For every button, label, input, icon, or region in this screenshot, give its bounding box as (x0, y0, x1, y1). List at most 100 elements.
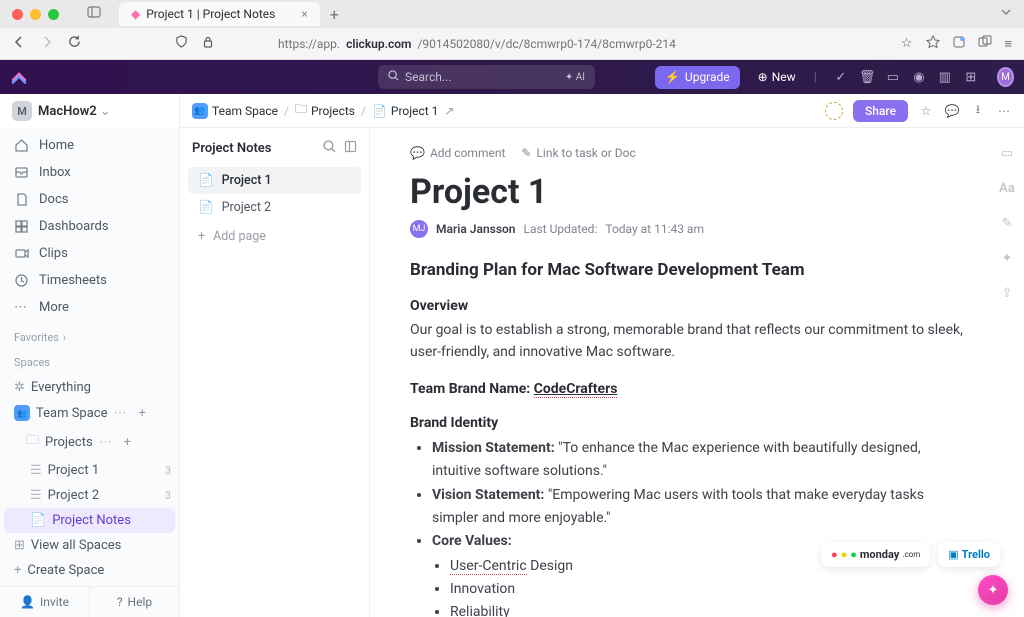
folder-icon: 🗀 (26, 431, 39, 453)
sidebar-item-more[interactable]: ⋯More (0, 294, 179, 321)
extensions-icon[interactable] (952, 35, 966, 53)
more-dots-icon[interactable]: ⋯ (114, 406, 127, 421)
ai-assist-icon[interactable] (825, 102, 843, 120)
tabs-overflow-icon[interactable] (1000, 6, 1012, 22)
close-tab-icon[interactable]: × (301, 7, 307, 21)
clickup-logo-icon[interactable] (10, 68, 28, 86)
breadcrumb-page[interactable]: 📄Project 1 (372, 104, 438, 118)
link-task-button[interactable]: ✎Link to task or Doc (521, 146, 635, 160)
font-size-icon[interactable]: Aa (998, 181, 1016, 196)
more-menu-icon[interactable]: ⋯ (996, 104, 1012, 118)
apps-grid-icon[interactable]: ⊞ (963, 70, 979, 85)
plus-icon[interactable]: + (124, 435, 131, 450)
search-icon[interactable] (323, 140, 336, 157)
url-input[interactable]: https://app.clickup.com/9014502080/v/dc/… (278, 37, 887, 51)
calendar-icon[interactable]: ▥ (937, 70, 953, 85)
doc-icon: 📄 (30, 513, 46, 528)
notepad-icon[interactable]: ▭ (885, 70, 901, 85)
sidebar-item-view-all-spaces[interactable]: ⊞View all Spaces (0, 533, 179, 558)
sidebar-item-create-space[interactable]: +Create Space (0, 558, 179, 583)
back-button[interactable] (12, 35, 26, 53)
minimize-window-icon[interactable] (30, 9, 41, 20)
reader-icon[interactable] (926, 35, 940, 53)
search-placeholder: Search... (405, 70, 451, 84)
new-button[interactable]: ⊕ New (750, 70, 804, 84)
layout-icon[interactable]: ▭ (998, 146, 1016, 161)
sidebar-item-project-notes[interactable]: 📄Project Notes (4, 508, 175, 533)
doc-heading-brand-identity[interactable]: Brand Identity (410, 415, 970, 431)
browser-url-bar: https://app.clickup.com/9014502080/v/dc/… (0, 28, 1024, 60)
export-icon[interactable]: ⇪ (998, 286, 1016, 301)
maximize-window-icon[interactable] (48, 9, 59, 20)
menu-icon[interactable]: ≡ (1004, 36, 1012, 52)
invite-button[interactable]: 👤Invite (0, 587, 89, 617)
account-icon[interactable] (978, 35, 992, 53)
workspace-badge: M (12, 101, 32, 121)
sidebar-item-dashboards[interactable]: Dashboards (0, 213, 179, 240)
add-comment-button[interactable]: 💬Add comment (410, 146, 505, 160)
share-button[interactable]: Share (853, 100, 908, 122)
sparkle-icon[interactable]: ✦ (998, 251, 1016, 266)
search-icon (388, 70, 399, 84)
download-icon[interactable]: ⭳ (970, 100, 986, 121)
user-avatar[interactable]: M (997, 67, 1014, 87)
monday-badge[interactable]: ●●●monday.com (821, 542, 930, 567)
author-avatar[interactable]: MJ (410, 220, 428, 238)
shield-icon[interactable] (175, 35, 188, 52)
everything-icon: ✲ (14, 380, 25, 395)
open-external-icon[interactable]: ↗ (444, 104, 454, 118)
workspace-switcher[interactable]: M MacHow2 ⌄ (0, 94, 179, 128)
sidebar-item-projects[interactable]: 🗀Projects⋯+ (0, 426, 179, 458)
record-icon[interactable]: ◉ (911, 70, 927, 85)
check-icon[interactable]: ✓ (833, 70, 849, 85)
reload-button[interactable] (68, 35, 81, 52)
sidebar-item-everything[interactable]: ✲Everything (0, 375, 179, 400)
star-icon[interactable]: ☆ (918, 104, 934, 118)
sidebar-item-inbox[interactable]: Inbox (0, 159, 179, 186)
notes-tree-panel: Project Notes 📄Project 1 📄Project 2 +Add… (180, 128, 370, 617)
sidebar-toggle-icon[interactable] (87, 5, 101, 23)
doc-title[interactable]: Project 1 (410, 172, 970, 212)
browser-tab-active[interactable]: ◆ Project 1 | Project Notes × (119, 2, 320, 26)
breadcrumb-space[interactable]: 👥Team Space (192, 103, 278, 119)
lock-icon[interactable] (202, 36, 214, 52)
doc-icon: 📄 (198, 200, 214, 215)
more-dots-icon[interactable]: ⋯ (99, 435, 112, 450)
author-name[interactable]: Maria Jansson (436, 222, 515, 236)
sidebar-item-clips[interactable]: Clips (0, 240, 179, 267)
workspace-name: MacHow2 (38, 104, 97, 119)
comment-icon[interactable]: 💬 (944, 104, 960, 118)
sidebar-item-timesheets[interactable]: Timesheets (0, 267, 179, 294)
doc-heading-brand-name[interactable]: Team Brand Name: CodeCrafters (410, 381, 970, 397)
notes-panel-title: Project Notes (192, 141, 272, 156)
plus-icon[interactable]: + (139, 406, 146, 421)
help-button[interactable]: ?Help (89, 587, 179, 617)
doc-identity-list[interactable]: Mission Statement: "To enhance the Mac e… (410, 437, 970, 617)
doc-overview-text[interactable]: Our goal is to establish a strong, memor… (410, 320, 970, 363)
sidebar-item-team-space[interactable]: 👥Team Space⋯+ (0, 400, 179, 426)
breadcrumb-folder[interactable]: 🗀Projects (295, 100, 355, 121)
sidebar-item-project1[interactable]: ☰Project 13 (0, 458, 179, 483)
trello-badge[interactable]: ▣Trello (938, 542, 1000, 567)
upgrade-button[interactable]: ⚡ Upgrade (655, 66, 740, 89)
timesheets-icon (14, 273, 29, 288)
sidebar-item-home[interactable]: Home (0, 132, 179, 159)
plus-icon: + (14, 563, 21, 578)
sidebar-item-project2[interactable]: ☰Project 23 (0, 483, 179, 508)
magic-wand-icon[interactable]: ✎ (998, 216, 1016, 231)
add-page-button[interactable]: +Add page (188, 221, 361, 252)
fab-ai-button[interactable]: ✦ (978, 575, 1008, 605)
favorites-section-header[interactable]: Favorites › (0, 325, 179, 350)
doc-heading-overview[interactable]: Overview (410, 298, 970, 314)
global-search-input[interactable]: Search... ✦ AI (378, 65, 595, 89)
note-item-project1[interactable]: 📄Project 1 (188, 167, 361, 194)
trash-icon[interactable]: 🗑 (859, 70, 875, 85)
close-window-icon[interactable] (12, 9, 23, 20)
new-tab-button[interactable]: + (330, 5, 339, 24)
ai-search-toggle[interactable]: ✦ AI (565, 72, 585, 83)
bookmark-star-icon[interactable]: ☆ (901, 36, 913, 51)
panel-collapse-icon[interactable] (344, 140, 357, 157)
sidebar-item-docs[interactable]: Docs (0, 186, 179, 213)
doc-heading-branding-plan[interactable]: Branding Plan for Mac Software Developme… (410, 260, 970, 280)
note-item-project2[interactable]: 📄Project 2 (188, 194, 361, 221)
